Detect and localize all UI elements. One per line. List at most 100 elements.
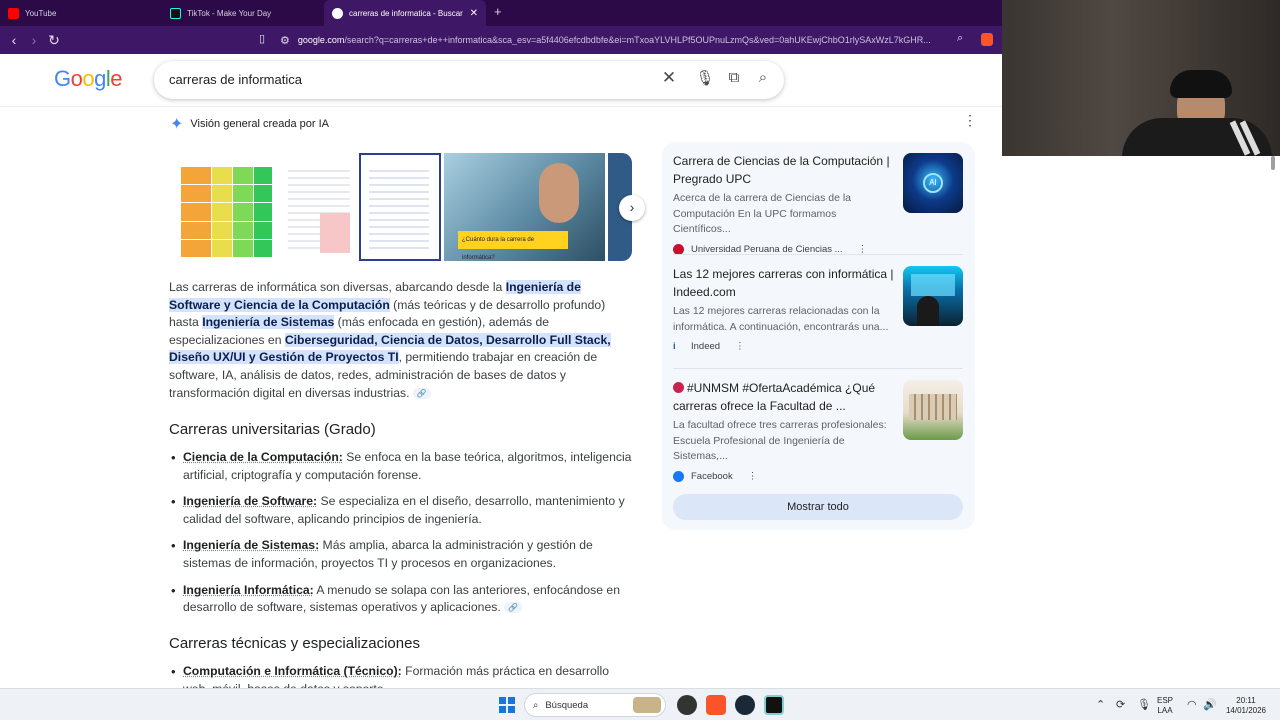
- clock[interactable]: 20:11 14/01/2026: [1224, 696, 1268, 716]
- tab-tiktok[interactable]: TikTok - Make Your Day: [162, 0, 324, 26]
- link-icon[interactable]: 🔗: [504, 602, 523, 614]
- volume-icon[interactable]: 🔊: [1203, 698, 1217, 711]
- image-carousel: ¿Cuánto dura la carrera de informática?: [169, 153, 632, 261]
- bookmark-icon[interactable]: ▯: [259, 32, 265, 45]
- carousel-image-infographic[interactable]: [359, 153, 441, 261]
- source-thumbnail[interactable]: [903, 380, 963, 440]
- microphone-icon[interactable]: 🎙: [695, 69, 715, 87]
- clear-icon[interactable]: ✕: [659, 68, 679, 88]
- steam-app-icon[interactable]: [735, 695, 755, 715]
- site-info-icon[interactable]: ⚙: [280, 34, 290, 47]
- address-bar: ‹ › ↻ ▯ ⚙ google.com /search?q=carreras+…: [0, 26, 1002, 54]
- tab-label: TikTok - Make Your Day: [187, 8, 272, 18]
- section-title: Carreras universitarias (Grado): [169, 421, 376, 438]
- source-card[interactable]: #UNMSM #OfertaAcadémica ¿Qué carreras of…: [673, 380, 965, 482]
- divider: [673, 368, 963, 369]
- ai-overview-header: ✦ Visión general creada por IA: [170, 114, 329, 134]
- zoom-icon[interactable]: ⌕: [957, 32, 963, 45]
- brave-app-icon[interactable]: [706, 695, 726, 715]
- source-description: Acerca de la carrera de Ciencias de la C…: [673, 192, 852, 236]
- more-options-icon[interactable]: ⋮: [748, 471, 758, 482]
- url-path: /search?q=carreras+de++informatica&sca_e…: [344, 35, 931, 45]
- clock-date: 14/01/2026: [1225, 706, 1267, 715]
- source-site: i Indeed ⋮: [673, 341, 965, 352]
- chevron-up-icon[interactable]: ⌃: [1096, 698, 1105, 711]
- source-card[interactable]: Carrera de Ciencias de la Computación | …: [673, 153, 965, 255]
- highlight-sistemas[interactable]: Ingeniería de Sistemas: [202, 315, 335, 330]
- red-dot-icon: [673, 382, 684, 393]
- chevron-right-icon: ›: [629, 199, 635, 215]
- close-icon[interactable]: ✕: [470, 8, 478, 19]
- camera-search-icon[interactable]: ⧉: [724, 69, 744, 86]
- reload-button[interactable]: ↻: [44, 32, 64, 49]
- sparkle-icon: ✦: [170, 116, 184, 133]
- taskbar-search-label: Búsqueda: [545, 699, 589, 711]
- source-title[interactable]: Carrera de Ciencias de la Computación | …: [673, 153, 895, 188]
- source-thumbnail[interactable]: [903, 266, 963, 326]
- indeed-icon: i: [673, 341, 676, 353]
- section-title: Carreras técnicas y especializaciones: [169, 635, 420, 652]
- search-icon[interactable]: ⌕: [753, 69, 773, 86]
- tiktok-icon: [170, 7, 181, 19]
- carousel-image-office[interactable]: ¿Cuánto dura la carrera de informática?: [444, 153, 605, 261]
- site-name: Indeed: [691, 341, 721, 353]
- wifi-icon[interactable]: ◠: [1187, 698, 1197, 711]
- new-tab-button[interactable]: +: [486, 0, 510, 26]
- google-header: Google carreras de informatica ✕ 🎙 ⧉ ⌕: [0, 54, 1002, 107]
- back-button[interactable]: ‹: [4, 32, 24, 48]
- source-card[interactable]: Las 12 mejores carreras con informática …: [673, 266, 965, 352]
- lang-secondary: LAA: [1157, 706, 1173, 715]
- list-item: Ingeniería de Sistemas: Más amplia, abar…: [169, 537, 635, 572]
- source-site: Facebook ⋮: [673, 470, 965, 482]
- forward-button[interactable]: ›: [24, 32, 44, 48]
- divider: [673, 254, 963, 255]
- windows-start-icon[interactable]: [499, 697, 515, 713]
- term[interactable]: Ciencia de la Computación:: [183, 450, 343, 464]
- source-title[interactable]: Las 12 mejores carreras con informática …: [673, 266, 895, 301]
- show-all-button[interactable]: Mostrar todo: [673, 494, 963, 520]
- source-title-text: #UNMSM #OfertaAcadémica ¿Qué carreras of…: [673, 381, 876, 413]
- search-box[interactable]: carreras de informatica ✕ 🎙 ⧉ ⌕: [154, 61, 784, 99]
- taskbar: ⌕ Búsqueda ⌃ ⟳ 🎙 ESP LAA ◠ 🔊 20:11 14/01…: [0, 688, 1280, 720]
- microphone-icon[interactable]: 🎙: [1137, 698, 1151, 711]
- facebook-icon: [673, 470, 684, 482]
- term[interactable]: Computación e Informática (Técnico):: [183, 664, 402, 678]
- term[interactable]: Ingeniería de Software:: [183, 494, 317, 508]
- list-item: Computación e Informática (Técnico): For…: [169, 663, 635, 688]
- source-thumbnail[interactable]: AI: [903, 153, 963, 213]
- tab-strip: YouTube TikTok - Make Your Day carreras …: [0, 0, 1002, 26]
- google-logo[interactable]: Google: [54, 66, 123, 92]
- url-field[interactable]: ⚙ google.com /search?q=carreras+de++info…: [280, 30, 980, 50]
- carousel-next-button[interactable]: ›: [619, 195, 645, 221]
- more-options-icon[interactable]: ⋮: [735, 341, 745, 352]
- google-icon: [332, 7, 343, 19]
- more-options-icon[interactable]: ⋮: [963, 112, 977, 129]
- term[interactable]: Ingeniería Informática:: [183, 583, 314, 597]
- sync-icon[interactable]: ⟳: [1116, 698, 1125, 711]
- carousel-image-table[interactable]: [169, 153, 279, 261]
- brave-shield-icon[interactable]: [981, 33, 993, 46]
- source-description: La facultad ofrece tres carreras profesi…: [673, 419, 887, 463]
- carousel-image-list[interactable]: [282, 153, 356, 261]
- careers-list: Ciencia de la Computación: Se enfoca en …: [169, 449, 635, 626]
- thumb-caption: ¿Cuánto dura la carrera de informática?: [458, 231, 568, 261]
- site-name: Facebook: [691, 470, 733, 482]
- search-input[interactable]: carreras de informatica: [169, 72, 302, 87]
- ai-overview-paragraph: Las carreras de informática son diversas…: [169, 279, 635, 402]
- language-indicator[interactable]: ESP LAA: [1157, 696, 1173, 716]
- scrollbar-thumb[interactable]: [1271, 156, 1275, 170]
- capcut-app-icon[interactable]: [764, 695, 784, 715]
- source-title[interactable]: #UNMSM #OfertaAcadémica ¿Qué carreras of…: [673, 380, 895, 415]
- youtube-icon: [8, 7, 19, 19]
- page-scrollbar[interactable]: [1270, 156, 1276, 686]
- list-item: Ingeniería de Software: Se especializa e…: [169, 493, 635, 528]
- chrome-app-icon[interactable]: [677, 695, 697, 715]
- tab-google-search[interactable]: carreras de informatica - Buscar ✕: [324, 0, 486, 26]
- link-icon[interactable]: 🔗: [412, 387, 431, 399]
- clock-time: 20:11: [1236, 696, 1256, 705]
- taskbar-search[interactable]: ⌕ Búsqueda: [524, 693, 666, 717]
- plus-icon: +: [494, 4, 502, 19]
- tab-youtube[interactable]: YouTube: [0, 0, 162, 26]
- term[interactable]: Ingeniería de Sistemas:: [183, 538, 319, 552]
- search-highlight-icon: [633, 697, 661, 713]
